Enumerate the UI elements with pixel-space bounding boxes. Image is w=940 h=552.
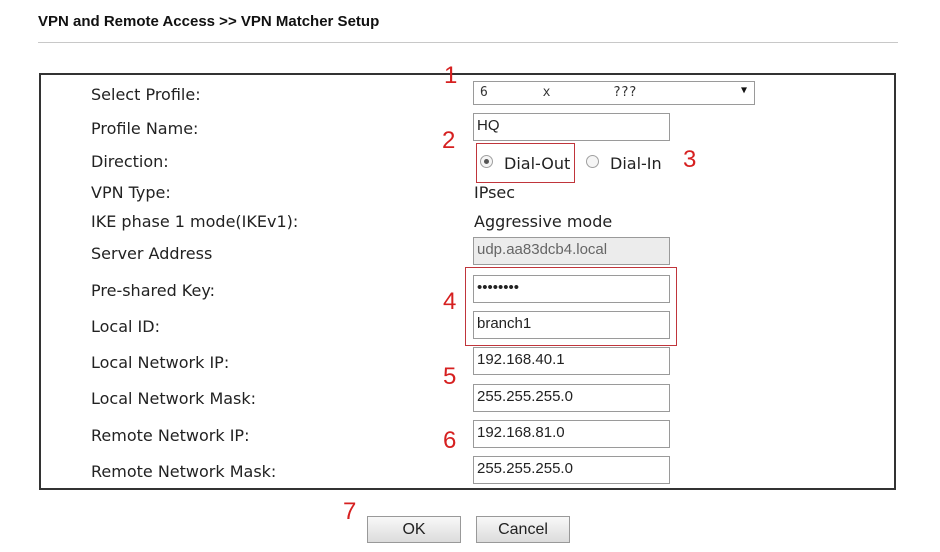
profile-name-input[interactable]: HQ: [473, 113, 670, 141]
dropdown-arrow-icon: ▼: [740, 85, 747, 96]
dial-in-radio[interactable]: [586, 155, 599, 168]
cancel-button[interactable]: Cancel: [476, 516, 570, 543]
select-profile-value: 6 x ???: [480, 85, 637, 100]
callout-4: 4: [443, 288, 457, 315]
title-divider: [38, 42, 898, 43]
profile-name-label: Profile Name:: [91, 119, 199, 138]
server-address-label: Server Address: [91, 244, 213, 263]
ike-mode-value: Aggressive mode: [474, 212, 613, 231]
callout-5: 5: [443, 363, 457, 390]
ike-mode-label: IKE phase 1 mode(IKEv1):: [91, 212, 299, 231]
local-network-mask-label: Local Network Mask:: [91, 389, 257, 408]
direction-highlight-box: [476, 143, 575, 183]
select-profile-dropdown[interactable]: 6 x ??? ▼: [473, 81, 755, 105]
vpn-type-label: VPN Type:: [91, 183, 171, 202]
local-id-label: Local ID:: [91, 317, 160, 336]
direction-label: Direction:: [91, 152, 169, 171]
remote-network-ip-input[interactable]: 192.168.81.0: [473, 420, 670, 448]
callout-6: 6: [443, 427, 457, 454]
remote-network-mask-input[interactable]: 255.255.255.0: [473, 456, 670, 484]
preshared-key-label: Pre-shared Key:: [91, 281, 216, 300]
callout-3: 3: [683, 146, 697, 173]
callout-7: 7: [343, 498, 357, 525]
server-address-input: udp.aa83dcb4.local: [473, 237, 670, 265]
remote-network-ip-label: Remote Network IP:: [91, 426, 250, 445]
select-profile-label: Select Profile:: [91, 85, 201, 104]
credentials-highlight-box: [465, 267, 677, 346]
page-title: VPN and Remote Access >> VPN Matcher Set…: [38, 13, 380, 30]
ok-button[interactable]: OK: [367, 516, 461, 543]
callout-1: 1: [444, 62, 458, 89]
local-network-ip-input[interactable]: 192.168.40.1: [473, 347, 670, 375]
dial-in-label[interactable]: Dial-In: [610, 154, 662, 173]
local-network-mask-input[interactable]: 255.255.255.0: [473, 384, 670, 412]
remote-network-mask-label: Remote Network Mask:: [91, 462, 277, 481]
vpn-type-value: IPsec: [474, 183, 516, 202]
local-network-ip-label: Local Network IP:: [91, 353, 230, 372]
callout-2: 2: [442, 127, 456, 154]
